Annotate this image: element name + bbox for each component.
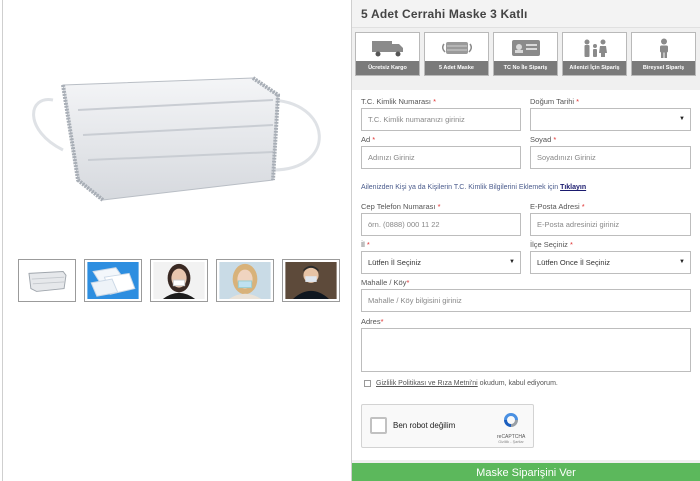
dob-label: Doğum Tarihi * [530, 97, 580, 106]
feature-label: Bireysel Sipariş [632, 61, 695, 75]
feature-family-order: Ailenizi İçin Sipariş [562, 32, 627, 76]
feature-label: Ücretsiz Kargo [356, 61, 419, 75]
consent-checkbox[interactable] [364, 380, 371, 387]
il-select[interactable]: Lütfen İl Seçiniz ▼ [361, 251, 521, 274]
consent-text: okudum, kabul ediyorum. [477, 380, 558, 387]
feature-free-shipping: Ücretsiz Kargo [355, 32, 420, 76]
thumbnail-list [18, 259, 340, 302]
mask-icon [441, 42, 472, 54]
feature-badges: Ücretsiz Kargo 5 Adet Maske TC No İle Si… [355, 32, 696, 76]
id-card-icon [511, 40, 540, 56]
ad-label: Ad * [361, 135, 376, 144]
tc-input[interactable]: T.C. Kimlik numaranızı giriniz [361, 108, 521, 131]
feature-label: 5 Adet Maske [425, 61, 488, 75]
adres-label: Adres* [361, 317, 384, 326]
ad-input[interactable]: Adınızı Giriniz [361, 146, 521, 169]
order-panel: 5 Adet Cerrahi Maske 3 Katlı Ücretsiz Ka… [352, 0, 700, 481]
family-info-link[interactable]: Tıklayın [560, 184, 586, 191]
feature-label: Ailenizi İçin Sipariş [563, 61, 626, 75]
submit-order-button[interactable]: Maske Siparişini Ver [352, 463, 700, 481]
feature-five-masks: 5 Adet Maske [424, 32, 489, 76]
family-info-text: Ailenizden Kişi ya da Kişilerin T.C. Kim… [361, 184, 587, 191]
woman-mask-thumbnail[interactable] [150, 259, 208, 302]
adres-textarea[interactable] [361, 328, 691, 372]
mask-thumbnail[interactable] [18, 259, 76, 302]
mahalle-input[interactable]: Mahalle / Köy bilgisini giriniz [361, 289, 691, 312]
ilce-select[interactable]: Lütfen Once İl Seçiniz ▼ [530, 251, 691, 274]
feature-label: TC No İle Sipariş [494, 61, 557, 75]
recaptcha-icon [504, 413, 518, 427]
truck-icon [371, 41, 403, 57]
ilce-label: İlçe Seçiniz * [530, 240, 573, 249]
woman-mask-thumbnail-2[interactable] [216, 259, 274, 302]
mahalle-label: Mahalle / Köy* [361, 278, 410, 287]
surgical-mask-image [23, 40, 343, 230]
soyad-input[interactable]: Soyadınızı Giriniz [530, 146, 691, 169]
recaptcha-widget: Ben robot değilim reCAPTCHA Gizlilik - Ş… [361, 404, 534, 448]
email-label: E-Posta Adresi * [530, 202, 585, 211]
soyad-label: Soyad * [530, 135, 557, 144]
tc-label: T.C. Kimlik Numarası * [361, 97, 437, 106]
person-icon [659, 38, 668, 58]
masks-stack-thumbnail[interactable] [84, 259, 142, 302]
consent-link[interactable]: Gizlilik Politikası ve Rıza Metni'ni [376, 380, 478, 387]
phone-label: Cep Telefon Numarası * [361, 202, 441, 211]
phone-input[interactable]: örn. (0888) 000 11 22 [361, 213, 521, 236]
dob-select[interactable]: ▼ [530, 108, 691, 131]
chevron-down-icon: ▼ [509, 259, 515, 265]
product-title: 5 Adet Cerrahi Maske 3 Katlı [352, 0, 700, 28]
recaptcha-logo: reCAPTCHA Gizlilik - Şartlar [497, 412, 525, 444]
recaptcha-terms[interactable]: Gizlilik - Şartlar [497, 440, 525, 444]
email-input[interactable]: E-Posta adresinizi giriniz [530, 213, 691, 236]
feature-tc-order: TC No İle Sipariş [493, 32, 558, 76]
family-icon [584, 39, 607, 57]
chevron-down-icon: ▼ [679, 116, 685, 122]
recaptcha-text: Ben robot değilim [393, 421, 456, 430]
feature-individual-order: Bireysel Sipariş [631, 32, 696, 76]
product-gallery [2, 0, 352, 481]
recaptcha-checkbox[interactable] [370, 417, 387, 434]
il-label: İl * [361, 240, 370, 249]
man-mask-thumbnail[interactable] [282, 259, 340, 302]
consent-row: Gizlilik Politikası ve Rıza Metni'ni oku… [364, 380, 558, 387]
order-form: T.C. Kimlik Numarası * T.C. Kimlik numar… [352, 90, 700, 460]
chevron-down-icon: ▼ [679, 259, 685, 265]
